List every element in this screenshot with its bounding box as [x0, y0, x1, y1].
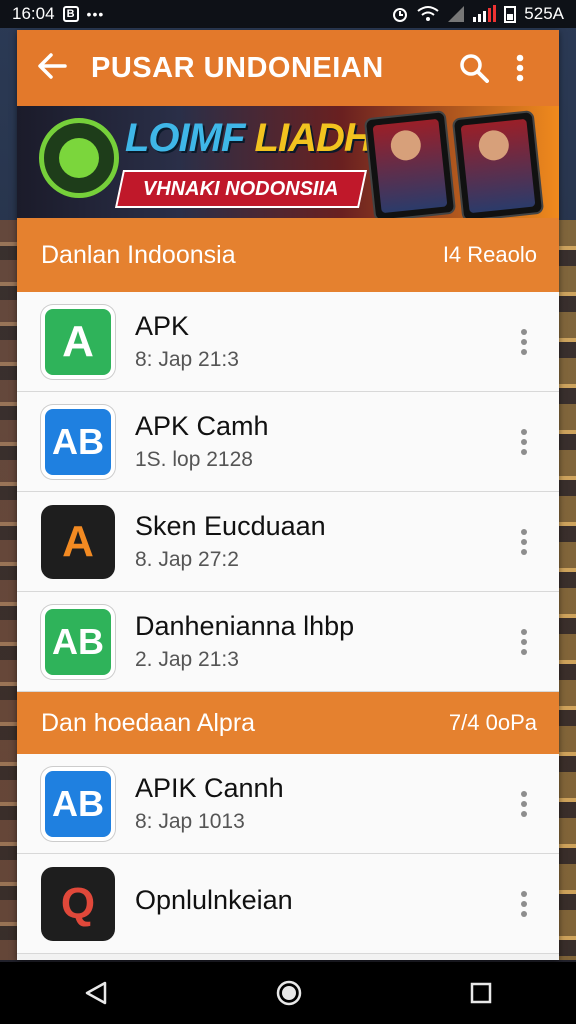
- banner-phone-image: [363, 109, 457, 218]
- more-vertical-icon: [516, 54, 524, 82]
- list-item[interactable]: AB APK Camh 1S. lop 2128: [17, 392, 559, 492]
- search-button[interactable]: [451, 53, 497, 83]
- more-vertical-icon[interactable]: [509, 428, 539, 455]
- app-date: 8. Jap 27:2: [135, 548, 239, 571]
- more-vertical-icon[interactable]: [509, 890, 539, 917]
- signal-muted-icon: [448, 6, 465, 22]
- section-header: Dan hoedaan Alpra 7/4 0oPa: [17, 692, 559, 754]
- section-title: Danlan Indoonsia: [41, 240, 236, 269]
- app-name: APIK Cannh: [135, 773, 284, 803]
- list-item[interactable]: Q Opnlulnkeian: [17, 854, 559, 954]
- app-name: APK: [135, 311, 190, 341]
- app-name: Danhenianna lhbp: [135, 611, 355, 641]
- app-icon: A: [41, 304, 115, 379]
- list-item[interactable]: A APK 8: Jap 21:3: [17, 292, 559, 392]
- app-bar: PUSAR UNDONEIAN: [17, 30, 559, 106]
- app-name: Sken Eucduaan: [135, 511, 326, 541]
- status-bar: 16:04 B ••• 525A: [0, 0, 576, 28]
- arrow-left-icon: [38, 53, 67, 79]
- more-vertical-icon[interactable]: [509, 328, 539, 355]
- battery-level: 525A: [524, 4, 564, 23]
- circle-home-icon[interactable]: [275, 979, 303, 1007]
- banner-logo: [39, 118, 119, 198]
- app-icon: Q: [41, 866, 115, 941]
- section-count: 7/4 0oPa: [448, 710, 537, 735]
- app-date: 8: Jap 21:3: [135, 348, 239, 371]
- app-window: PUSAR UNDONEIAN LOIMF LIADHIN VHNAKI NOD…: [17, 30, 559, 960]
- app-date: 1S. lop 2128: [135, 448, 253, 471]
- square-recents-icon[interactable]: [469, 981, 493, 1005]
- section-title: Dan hoedaan Alpra: [41, 708, 256, 737]
- triangle-back-icon[interactable]: [83, 980, 109, 1006]
- app-name: Opnlulnkeian: [135, 885, 293, 915]
- app-list: AB APIK Cannh 8: Jap 1013 Q Opnlulnkeian: [17, 754, 559, 954]
- section-header: Danlan Indoonsia I4 Reaolo: [17, 218, 559, 292]
- more-vertical-icon[interactable]: [509, 790, 539, 817]
- system-nav-bar: [0, 962, 576, 1024]
- banner-phone-image: [451, 109, 545, 218]
- list-item[interactable]: A Sken Eucduaan 8. Jap 27:2: [17, 492, 559, 592]
- page-title: PUSAR UNDONEIAN: [91, 51, 384, 84]
- banner-subline: VHNAKI NODONSIIA: [114, 170, 368, 208]
- wifi-icon: [417, 6, 439, 21]
- more-vertical-icon[interactable]: [509, 628, 539, 655]
- app-list: A APK 8: Jap 21:3 AB APK Camh 1S. lop 21…: [17, 292, 559, 692]
- app-icon: AB: [41, 604, 115, 679]
- battery-icon: [504, 6, 517, 23]
- more-notifications-icon: •••: [86, 6, 105, 22]
- app-date: 2. Jap 21:3: [135, 648, 239, 671]
- alarm-icon: [393, 8, 408, 22]
- app-icon: A: [41, 504, 115, 579]
- back-button[interactable]: [37, 52, 77, 84]
- search-icon: [460, 54, 489, 83]
- overflow-menu-button[interactable]: [497, 53, 543, 83]
- status-time: 16:04: [12, 4, 55, 23]
- app-icon: AB: [41, 404, 115, 479]
- app-name: APK Camh: [135, 411, 269, 441]
- section-count: I4 Reaolo: [442, 242, 537, 267]
- app-date: 8: Jap 1013: [135, 810, 245, 833]
- notification-icon: B: [62, 6, 79, 22]
- more-vertical-icon[interactable]: [509, 528, 539, 555]
- list-item[interactable]: AB Danhenianna lhbp 2. Jap 21:3: [17, 592, 559, 692]
- list-item[interactable]: AB APIK Cannh 8: Jap 1013: [17, 754, 559, 854]
- signal-icon: [473, 5, 497, 22]
- app-icon: AB: [41, 766, 115, 841]
- promo-banner[interactable]: LOIMF LIADHIN VHNAKI NODONSIIA: [17, 106, 559, 218]
